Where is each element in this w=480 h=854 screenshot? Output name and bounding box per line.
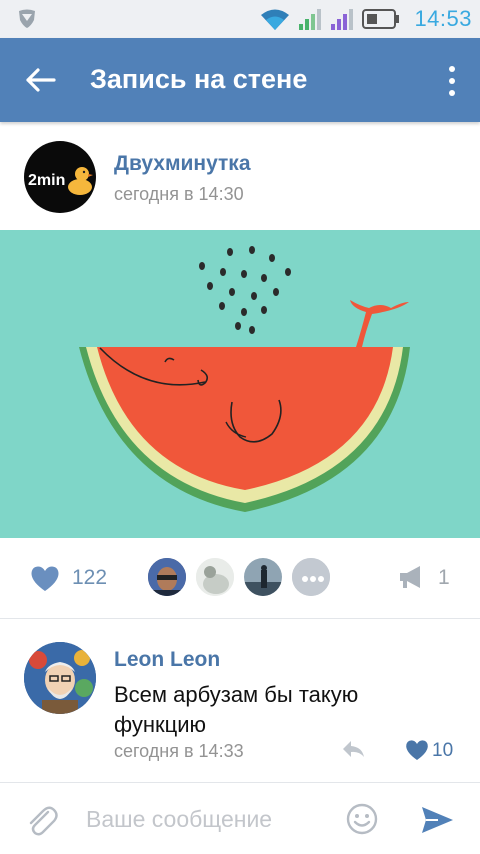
comment-text: Всем арбузам бы такую функцию (114, 682, 359, 737)
avatar-logo-text: 2min (28, 172, 65, 189)
status-bar: 14:53 (0, 0, 480, 38)
reply-icon[interactable] (340, 738, 366, 760)
more-vertical-icon[interactable] (442, 64, 462, 98)
megaphone-icon[interactable] (398, 563, 426, 591)
app-header: Запись на стене (0, 38, 480, 122)
author-avatar-image: 2min (28, 167, 93, 195)
comment-time: сегодня в 14:33 (114, 741, 244, 761)
liker-photo (196, 558, 234, 596)
page-title: Запись на стене (90, 64, 308, 94)
share-count[interactable]: 1 (438, 566, 450, 590)
liker-avatar[interactable] (242, 556, 284, 598)
post-time: сегодня в 14:30 (114, 184, 244, 204)
divider (0, 618, 480, 619)
liker-photo (148, 558, 186, 596)
message-input[interactable] (86, 801, 326, 837)
comment-like-count[interactable]: 10 (432, 740, 453, 762)
like-count[interactable]: 122 (72, 566, 107, 590)
post-image[interactable] (0, 230, 480, 538)
liker-avatar[interactable] (146, 556, 188, 598)
heart-icon[interactable] (405, 739, 429, 761)
liker-avatar[interactable] (194, 556, 236, 598)
message-composer (0, 782, 480, 854)
more-likers-dots (292, 558, 330, 596)
comment-avatar[interactable] (24, 642, 96, 714)
battery-icon (362, 9, 400, 29)
wifi-icon (261, 9, 290, 30)
signal-1-icon (299, 9, 322, 30)
send-icon[interactable] (420, 805, 454, 835)
status-time: 14:53 (414, 6, 472, 31)
signal-2-icon (331, 9, 354, 30)
comment-author[interactable]: Leon Leon (114, 648, 220, 672)
post-author[interactable]: Двухминутка (114, 152, 251, 176)
post-header: 2min Двухминутка сегодня в 14:30 (0, 122, 480, 230)
comment-avatar-image (24, 642, 96, 714)
post-actions: 122 1 (0, 538, 480, 618)
shield-icon (19, 9, 35, 28)
heart-icon[interactable] (30, 565, 60, 592)
comment-item: Leon Leon Всем арбузам бы такую функцию … (0, 626, 480, 778)
arrow-left-icon[interactable] (20, 62, 60, 98)
liker-photo (244, 558, 282, 596)
author-avatar[interactable]: 2min (24, 141, 96, 213)
smile-icon[interactable] (346, 803, 378, 835)
watermelon-whale-image (79, 246, 410, 512)
ellipsis-icon[interactable] (290, 556, 332, 598)
paperclip-icon[interactable] (26, 803, 58, 837)
